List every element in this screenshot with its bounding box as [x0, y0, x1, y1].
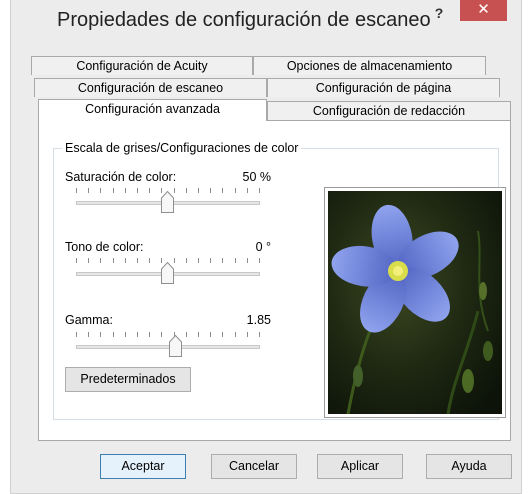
slider-tick	[235, 332, 236, 337]
slider-tick	[149, 332, 150, 337]
slider-tick	[149, 188, 150, 193]
slider-tick	[137, 332, 138, 337]
tab-redaction-settings[interactable]: Configuración de redacción	[267, 101, 511, 120]
slider-tick	[76, 188, 77, 193]
tab-scan-settings[interactable]: Configuración de escaneo	[34, 78, 267, 97]
slider-tick	[186, 258, 187, 263]
title-bar: Propiedades de configuración de escaneo …	[11, 0, 521, 38]
gamma-ticks	[76, 332, 260, 338]
slider-tick	[88, 188, 89, 193]
slider-tick	[210, 258, 211, 263]
slider-tick	[198, 258, 199, 263]
close-icon[interactable]: ✕	[460, 0, 507, 21]
slider-tick	[76, 332, 77, 337]
slider-tick	[137, 188, 138, 193]
slider-tick	[259, 188, 260, 193]
slider-tick	[186, 188, 187, 193]
slider-tick	[137, 258, 138, 263]
slider-tick	[174, 188, 175, 193]
slider-tick	[259, 258, 260, 263]
gamma-label: Gamma:	[65, 313, 113, 327]
slider-tick	[100, 332, 101, 337]
window-title: Propiedades de configuración de escaneo	[57, 9, 431, 31]
accept-button[interactable]: Aceptar	[100, 454, 186, 479]
slider-tick	[125, 188, 126, 193]
slider-tick	[210, 188, 211, 193]
hue-label: Tono de color:	[65, 240, 144, 254]
slider-tick	[88, 332, 89, 337]
hue-value: 0 °	[255, 240, 271, 254]
slider-tick	[113, 258, 114, 263]
tab-advanced-settings[interactable]: Configuración avanzada	[38, 99, 267, 121]
slider-tick	[235, 258, 236, 263]
slider-tick	[161, 332, 162, 337]
saturation-thumb[interactable]	[161, 191, 174, 213]
slider-tick	[174, 258, 175, 263]
slider-tick	[88, 258, 89, 263]
slider-tick	[100, 258, 101, 263]
slider-tick	[125, 332, 126, 337]
slider-tick	[125, 258, 126, 263]
tab-acuity[interactable]: Configuración de Acuity	[31, 56, 253, 75]
gamma-thumb[interactable]	[169, 335, 182, 357]
slider-tick	[100, 188, 101, 193]
slider-tick	[235, 188, 236, 193]
apply-button[interactable]: Aplicar	[317, 454, 403, 479]
color-groupbox: Escala de grises/Configuraciones de colo…	[53, 141, 506, 420]
cancel-button[interactable]: Cancelar	[211, 454, 297, 479]
slider-tick	[149, 258, 150, 263]
slider-tick	[259, 332, 260, 337]
slider-tick	[113, 188, 114, 193]
hue-thumb[interactable]	[161, 262, 174, 284]
slider-tick	[210, 332, 211, 337]
slider-tick	[113, 332, 114, 337]
saturation-value: 50 %	[242, 170, 272, 184]
gamma-track[interactable]	[76, 345, 260, 349]
slider-tick	[198, 188, 199, 193]
gamma-value: 1.85	[246, 313, 271, 327]
defaults-button[interactable]: Predeterminados	[65, 367, 191, 392]
slider-tick	[247, 332, 248, 337]
slider-tick	[247, 258, 248, 263]
tab-storage-options[interactable]: Opciones de almacenamiento	[253, 56, 486, 75]
slider-tick	[222, 258, 223, 263]
slider-tick	[247, 188, 248, 193]
slider-tick	[222, 188, 223, 193]
preview-image-frame	[324, 187, 506, 418]
scan-settings-dialog: Propiedades de configuración de escaneo …	[10, 0, 522, 494]
slider-tick	[186, 332, 187, 337]
slider-tick	[222, 332, 223, 337]
flower-preview-image	[328, 191, 502, 414]
advanced-settings-panel: Escala de grises/Configuraciones de colo…	[38, 120, 511, 441]
help-icon[interactable]: ?	[426, 2, 452, 24]
slider-tick	[76, 258, 77, 263]
group-title: Escala de grises/Configuraciones de colo…	[62, 141, 302, 155]
tab-page-settings[interactable]: Configuración de página	[267, 78, 500, 97]
slider-tick	[198, 332, 199, 337]
saturation-label: Saturación de color:	[65, 170, 177, 184]
help-button[interactable]: Ayuda	[426, 454, 512, 479]
